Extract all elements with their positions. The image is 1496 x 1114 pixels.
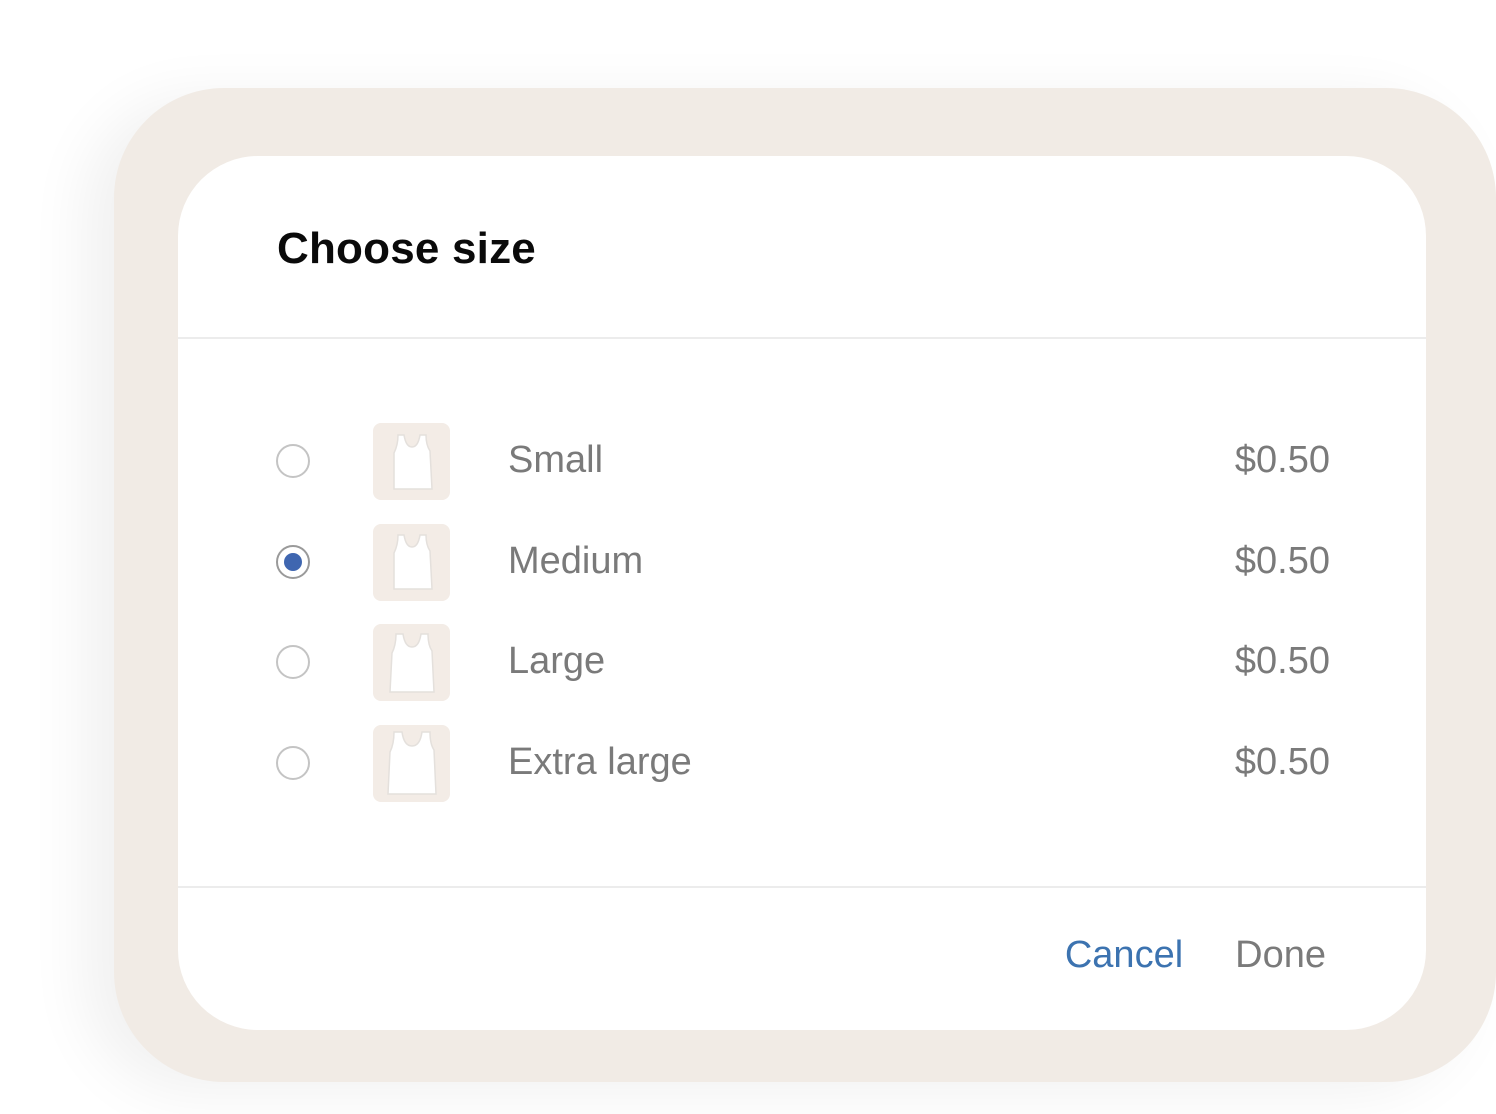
- dialog-actions: Cancel Done: [1065, 934, 1326, 977]
- size-label: Extra large: [508, 740, 692, 783]
- size-option-extra-large[interactable]: Extra large $0.50: [178, 715, 1426, 816]
- size-label: Large: [508, 640, 606, 682]
- header-divider: [178, 337, 1426, 339]
- size-price: $0.50: [1234, 640, 1330, 682]
- tank-top-icon: [373, 624, 450, 701]
- size-price: $0.50: [1234, 439, 1330, 481]
- tank-top-icon: [373, 423, 450, 500]
- tank-top-icon: [373, 523, 450, 601]
- radio-button[interactable]: [276, 645, 310, 679]
- footer-divider: [178, 886, 1426, 888]
- size-option-large[interactable]: Large $0.50: [178, 614, 1426, 715]
- radio-button[interactable]: [276, 745, 310, 780]
- dialog-title: Choose size: [277, 224, 536, 273]
- size-price: $0.50: [1234, 539, 1330, 582]
- radio-button[interactable]: [276, 444, 310, 478]
- cancel-button[interactable]: Cancel: [1065, 934, 1183, 977]
- radio-dot: [284, 552, 302, 571]
- size-option-small[interactable]: Small $0.50: [178, 413, 1426, 514]
- choose-size-dialog: Choose size Small $0.50 Medium $0.50 Lar…: [178, 156, 1426, 1030]
- size-option-medium[interactable]: Medium $0.50: [178, 514, 1426, 615]
- size-label: Small: [508, 439, 604, 481]
- radio-button[interactable]: [276, 544, 310, 579]
- done-button[interactable]: Done: [1235, 934, 1326, 977]
- tank-top-icon: [373, 724, 450, 802]
- size-options-list: Small $0.50 Medium $0.50 Large $0.50 Ext…: [178, 413, 1426, 815]
- size-price: $0.50: [1234, 740, 1330, 783]
- size-label: Medium: [508, 539, 644, 582]
